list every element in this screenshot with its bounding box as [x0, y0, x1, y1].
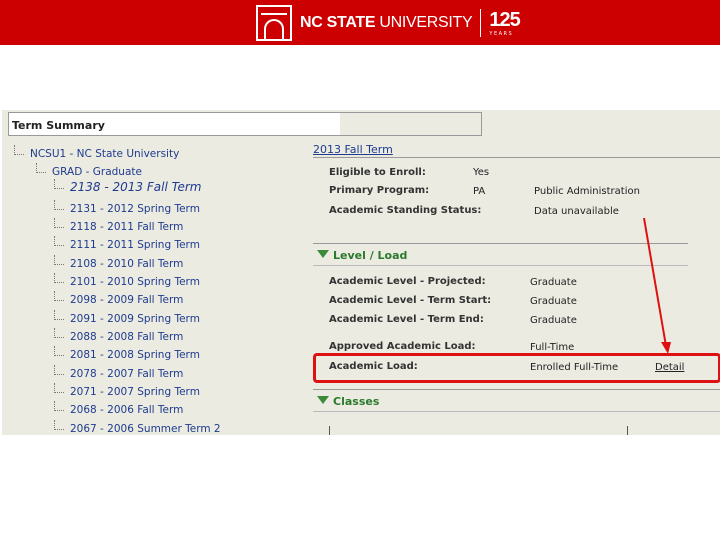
- belltower-logo-icon: [256, 5, 292, 41]
- tree-node-label: 2118 - 2011 Fall Term: [70, 221, 184, 233]
- level-projected-value: Graduate: [530, 277, 577, 288]
- tree-node-term[interactable]: 2091 - 2009 Spring Term: [54, 310, 200, 325]
- tree-node-term[interactable]: 2078 - 2007 Fall Term: [54, 365, 183, 380]
- table-column-divider: [627, 426, 628, 435]
- tree-node-label: 2067 - 2006 Summer Term 2: [70, 423, 221, 435]
- level-start-value: Graduate: [530, 296, 577, 307]
- tree-node-label: 2131 - 2012 Spring Term: [70, 203, 200, 215]
- tree-node-label: GRAD - Graduate: [52, 166, 142, 178]
- classes-section-header[interactable]: Classes: [313, 389, 720, 412]
- tree-connector-icon: [54, 200, 64, 210]
- program-code: PA: [473, 186, 486, 197]
- anniversary-label: YEARS: [489, 30, 514, 37]
- tree-node-label: 2111 - 2011 Spring Term: [70, 239, 200, 251]
- tree-node-label: 2068 - 2006 Fall Term: [70, 404, 184, 416]
- university-banner: NC STATE UNIVERSITY 125 YEARS: [0, 0, 720, 45]
- tree-node-term[interactable]: 2081 - 2008 Spring Term: [54, 346, 200, 361]
- level-projected-label: Academic Level - Projected:: [329, 276, 486, 287]
- tree-node-label: 2071 - 2007 Spring Term: [70, 386, 200, 398]
- tree-node-term[interactable]: 2098 - 2009 Fall Term: [54, 291, 183, 306]
- tree-node-term[interactable]: 2088 - 2008 Fall Term: [54, 328, 183, 343]
- tree-node-term[interactable]: 2108 - 2010 Fall Term: [54, 255, 183, 270]
- level-load-section-header[interactable]: Level / Load: [313, 243, 688, 266]
- tree-node-term[interactable]: 2071 - 2007 Spring Term: [54, 383, 200, 398]
- level-load-title: Level / Load: [333, 249, 408, 262]
- tree-connector-icon: [54, 346, 64, 356]
- standing-value: Data unavailable: [534, 206, 619, 217]
- approved-load-label: Approved Academic Load:: [329, 341, 476, 352]
- tree-connector-icon: [54, 179, 64, 189]
- tree-node-term[interactable]: 2131 - 2012 Spring Term: [54, 200, 200, 215]
- tree-node-term[interactable]: 2067 - 2006 Summer Term 2: [54, 420, 221, 435]
- tree-node-term[interactable]: 2111 - 2011 Spring Term: [54, 236, 200, 251]
- tree-connector-icon: [54, 218, 64, 228]
- university-wordmark: NC STATE UNIVERSITY: [300, 14, 473, 32]
- tree-connector-icon: [54, 401, 64, 411]
- level-end-label: Academic Level - Term End:: [329, 314, 484, 325]
- tree-connector-icon: [54, 255, 64, 265]
- approved-load-value: Full-Time: [530, 342, 575, 353]
- tree-node-label: 2108 - 2010 Fall Term: [70, 258, 184, 270]
- tree-node-institution[interactable]: NCSU1 - NC State University: [14, 145, 179, 160]
- tree-node-term[interactable]: 2101 - 2010 Spring Term: [54, 273, 200, 288]
- tree-node-career[interactable]: GRAD - Graduate: [36, 163, 142, 178]
- tree-connector-icon: [14, 145, 24, 155]
- tree-node-label: 2101 - 2010 Spring Term: [70, 276, 200, 288]
- term-title-link[interactable]: 2013 Fall Term: [313, 143, 393, 156]
- collapse-triangle-icon[interactable]: [317, 250, 329, 258]
- eligible-label: Eligible to Enroll:: [329, 167, 426, 178]
- program-name: Public Administration: [534, 186, 640, 197]
- tree-connector-icon: [54, 365, 64, 375]
- wordmark-bold: NC STATE: [300, 14, 376, 31]
- term-title-divider: [313, 157, 720, 158]
- term-summary-header: Term Summary: [8, 112, 340, 136]
- tree-connector-icon: [54, 273, 64, 283]
- student-center-screenshot: Term Summary NCSU1 - NC State University…: [2, 110, 720, 435]
- highlight-box: [313, 353, 720, 383]
- tree-connector-icon: [54, 310, 64, 320]
- level-end-value: Graduate: [530, 315, 577, 326]
- tree-connector-icon: [54, 291, 64, 301]
- tree-node-label: 2138 - 2013 Fall Term: [70, 180, 202, 194]
- tree-connector-icon: [54, 420, 64, 430]
- tree-node-term[interactable]: 2068 - 2006 Fall Term: [54, 401, 183, 416]
- term-summary-header-bar: [340, 112, 482, 136]
- tree-node-label: 2091 - 2009 Spring Term: [70, 313, 200, 325]
- tree-connector-icon: [54, 383, 64, 393]
- tree-node-label: 2081 - 2008 Spring Term: [70, 349, 200, 361]
- tree-connector-icon: [54, 328, 64, 338]
- eligible-value: Yes: [473, 167, 490, 178]
- standing-label: Academic Standing Status:: [329, 205, 482, 216]
- anniversary-mark: 125 YEARS: [489, 8, 520, 37]
- collapse-triangle-icon[interactable]: [317, 396, 329, 404]
- tree-node-label: 2088 - 2008 Fall Term: [70, 331, 184, 343]
- tree-node-label: 2078 - 2007 Fall Term: [70, 368, 184, 380]
- tree-connector-icon: [36, 163, 46, 173]
- classes-title: Classes: [333, 395, 380, 408]
- tree-node-term-selected[interactable]: 2138 - 2013 Fall Term: [54, 179, 201, 194]
- university-logo: NC STATE UNIVERSITY 125 YEARS: [256, 5, 521, 41]
- wordmark-light: UNIVERSITY: [375, 14, 473, 31]
- program-label: Primary Program:: [329, 185, 430, 196]
- level-start-label: Academic Level - Term Start:: [329, 295, 492, 306]
- tree-node-label: NCSU1 - NC State University: [30, 148, 180, 160]
- logo-divider: [480, 9, 482, 37]
- anniversary-number: 125: [489, 8, 520, 31]
- table-column-divider: [329, 426, 330, 435]
- tree-connector-icon: [54, 236, 64, 246]
- tree-node-label: 2098 - 2009 Fall Term: [70, 294, 184, 306]
- tree-node-term[interactable]: 2118 - 2011 Fall Term: [54, 218, 183, 233]
